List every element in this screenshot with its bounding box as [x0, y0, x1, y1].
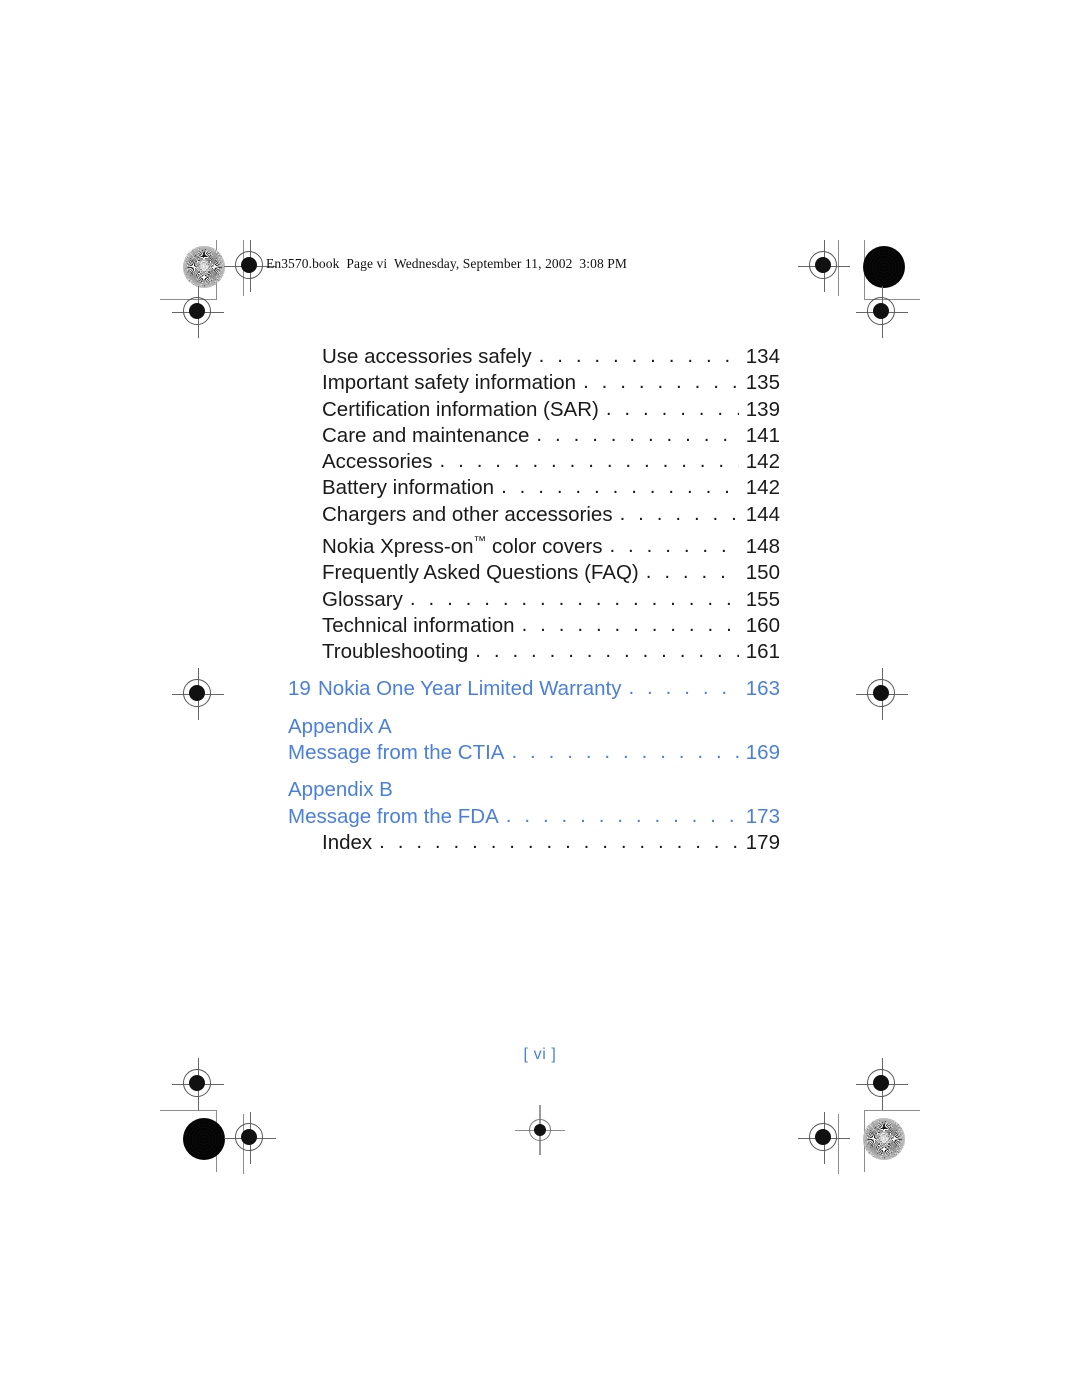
toc-leader: . . . . . . . . . . . . . . . . . . . . …	[645, 560, 739, 584]
toc-entry[interactable]: Battery information . . . . . . . . . . …	[288, 475, 780, 501]
registration-crosshair-mid-left	[172, 668, 224, 720]
toc-index-title: Index	[322, 830, 373, 854]
toc-leader: . . . . . . . . . . . . . . . . . . . . …	[439, 449, 739, 473]
toc-leader: . . . . . . . . . . . . . . . . . . . . …	[521, 612, 739, 636]
toc-entry-page: 150	[745, 561, 780, 585]
appendix-heading-a: Appendix A	[288, 714, 392, 738]
toc-entry[interactable]: Technical information . . . . . . . . . …	[288, 613, 780, 639]
toc-leader: . . . . . . . . . . . . . . . . . . . . …	[511, 740, 739, 764]
toc-entry-title: Care and maintenance	[322, 423, 530, 447]
toc-entry-title: Nokia Xpress-on™ color covers	[322, 528, 609, 560]
trim-rule-top-right	[864, 299, 920, 300]
printed-page: En3570.book Page vi Wednesday, September…	[0, 0, 1080, 1397]
trademark-icon: ™	[473, 533, 487, 549]
trim-rule-left-bottom	[216, 1110, 217, 1172]
toc-appendix-page: 173	[745, 804, 780, 828]
toc-entry[interactable]: Care and maintenance . . . . . . . . . .…	[288, 423, 780, 449]
toc-entry-page: 144	[745, 502, 780, 526]
trim-rule-left-top	[216, 240, 217, 300]
trim-rule-header-left	[243, 240, 244, 296]
toc-entry-page: 142	[745, 476, 780, 500]
toc-entry[interactable]: Important safety information . . . . . .…	[288, 370, 780, 396]
registration-crosshair-mid-right	[856, 668, 908, 720]
toc-entry-page: 139	[745, 397, 780, 421]
toc-leader: . . . . . . . . . . . . . . . . . . . . …	[409, 586, 739, 610]
toc-entry-title: Battery information	[322, 476, 495, 500]
registration-dense-dot-top-right	[863, 246, 905, 288]
toc-entry-page: 155	[745, 587, 780, 611]
toc-leader: . . . . . . . . . . . . . . . . . . . . …	[619, 501, 739, 525]
toc-chapter-entry[interactable]: 19 Nokia One Year Limited Warranty . . .…	[288, 676, 780, 702]
registration-crosshair-bottom-left	[172, 1058, 224, 1110]
toc-entry[interactable]: Glossary . . . . . . . . . . . . . . . .…	[288, 587, 780, 613]
toc-appendix-entry-b[interactable]: Message from the FDA . . . . . . . . . .…	[288, 804, 780, 830]
toc-leader: . . . . . . . . . . . . . . . . . . . . …	[605, 396, 739, 420]
toc-entry[interactable]: Nokia Xpress-on™ color covers . . . . . …	[288, 528, 780, 560]
toc-entry-page: 142	[745, 450, 780, 474]
toc-entry-title-main: Nokia Xpress-on	[322, 534, 474, 558]
table-of-contents: Use accessories safely . . . . . . . . .…	[288, 344, 780, 856]
trim-rule-right-top	[864, 240, 865, 300]
toc-leader: . . . . . . . . . . . . . . . . . . . . …	[628, 676, 739, 700]
toc-entry[interactable]: Use accessories safely . . . . . . . . .…	[288, 344, 780, 370]
toc-entry-page: 135	[745, 371, 780, 395]
toc-leader: . . . . . . . . . . . . . . . . . . . . …	[501, 475, 739, 499]
toc-entry-page: 141	[745, 423, 780, 447]
running-header: En3570.book Page vi Wednesday, September…	[266, 256, 628, 271]
toc-entry-title-suffix: color covers	[486, 534, 603, 558]
toc-index-page: 179	[745, 830, 780, 854]
trim-rule-right-bottom	[864, 1110, 865, 1172]
toc-entry-title: Use accessories safely	[322, 345, 532, 368]
toc-leader: . . . . . . . . . . . . . . . . . . . . …	[475, 639, 739, 663]
toc-leader: . . . . . . . . . . . . . . . . . . . . …	[609, 533, 739, 557]
trim-rule-footer-right	[838, 1114, 839, 1174]
registration-crosshair-footer-left	[224, 1112, 276, 1164]
toc-chapter-page: 163	[745, 677, 780, 701]
toc-appendix-entry-a[interactable]: Message from the CTIA . . . . . . . . . …	[288, 740, 780, 766]
toc-entry-page: 148	[745, 534, 780, 558]
page-folio: [ vi ]	[523, 1046, 557, 1063]
toc-entry[interactable]: Troubleshooting . . . . . . . . . . . . …	[288, 639, 780, 665]
toc-chapter-number: 19	[288, 677, 311, 701]
registration-crosshair-bottom-center	[515, 1105, 565, 1155]
toc-leader: . . . . . . . . . . . . . . . . . . . . …	[536, 422, 739, 446]
trim-rule-bottom-left	[160, 1110, 216, 1111]
registration-crosshair-bottom-right	[856, 1058, 908, 1110]
toc-entry-title: Accessories	[322, 450, 433, 474]
toc-leader: . . . . . . . . . . . . . . . . . . . . …	[583, 370, 739, 394]
registration-dense-dot-bottom-left	[183, 1118, 225, 1160]
toc-entry-title: Troubleshooting	[322, 640, 469, 664]
toc-entry-page: 134	[745, 345, 780, 368]
trim-rule-footer-left	[243, 1114, 244, 1174]
toc-entry-title: Certification information (SAR)	[322, 397, 599, 421]
toc-entry[interactable]: Certification information (SAR) . . . . …	[288, 397, 780, 423]
toc-entry[interactable]: Chargers and other accessories . . . . .…	[288, 502, 780, 528]
toc-entry[interactable]: Accessories . . . . . . . . . . . . . . …	[288, 449, 780, 475]
toc-entry-title: Glossary	[322, 587, 403, 611]
toc-chapter-title: Nokia One Year Limited Warranty	[318, 677, 622, 701]
toc-entry-title: Important safety information	[322, 371, 577, 395]
toc-appendix-page: 169	[745, 741, 780, 765]
toc-leader: . . . . . . . . . . . . . . . . . . . . …	[505, 803, 739, 827]
registration-starburst-top-left	[183, 246, 225, 288]
registration-crosshair-header-right	[798, 240, 850, 292]
toc-entry-title: Chargers and other accessories	[322, 502, 613, 526]
trim-rule-bottom-right	[864, 1110, 920, 1111]
trim-rule-header-right	[838, 240, 839, 296]
toc-entry-page: 161	[745, 640, 780, 664]
toc-index-entry[interactable]: Index . . . . . . . . . . . . . . . . . …	[288, 830, 780, 856]
trim-rule-top-left	[160, 299, 216, 300]
toc-entry[interactable]: Frequently Asked Questions (FAQ) . . . .…	[288, 560, 780, 586]
toc-appendix-title: Message from the FDA	[288, 804, 499, 828]
toc-leader: . . . . . . . . . . . . . . . . . . . . …	[538, 344, 739, 367]
toc-leader: . . . . . . . . . . . . . . . . . . . . …	[379, 829, 739, 853]
registration-starburst-bottom-right	[863, 1118, 905, 1160]
registration-crosshair-footer-right	[798, 1112, 850, 1164]
toc-entry-title: Frequently Asked Questions (FAQ)	[322, 561, 639, 585]
toc-appendix-title: Message from the CTIA	[288, 741, 505, 765]
toc-entry-title: Technical information	[322, 613, 515, 637]
appendix-heading-b: Appendix B	[288, 778, 393, 802]
toc-entry-page: 160	[745, 613, 780, 637]
